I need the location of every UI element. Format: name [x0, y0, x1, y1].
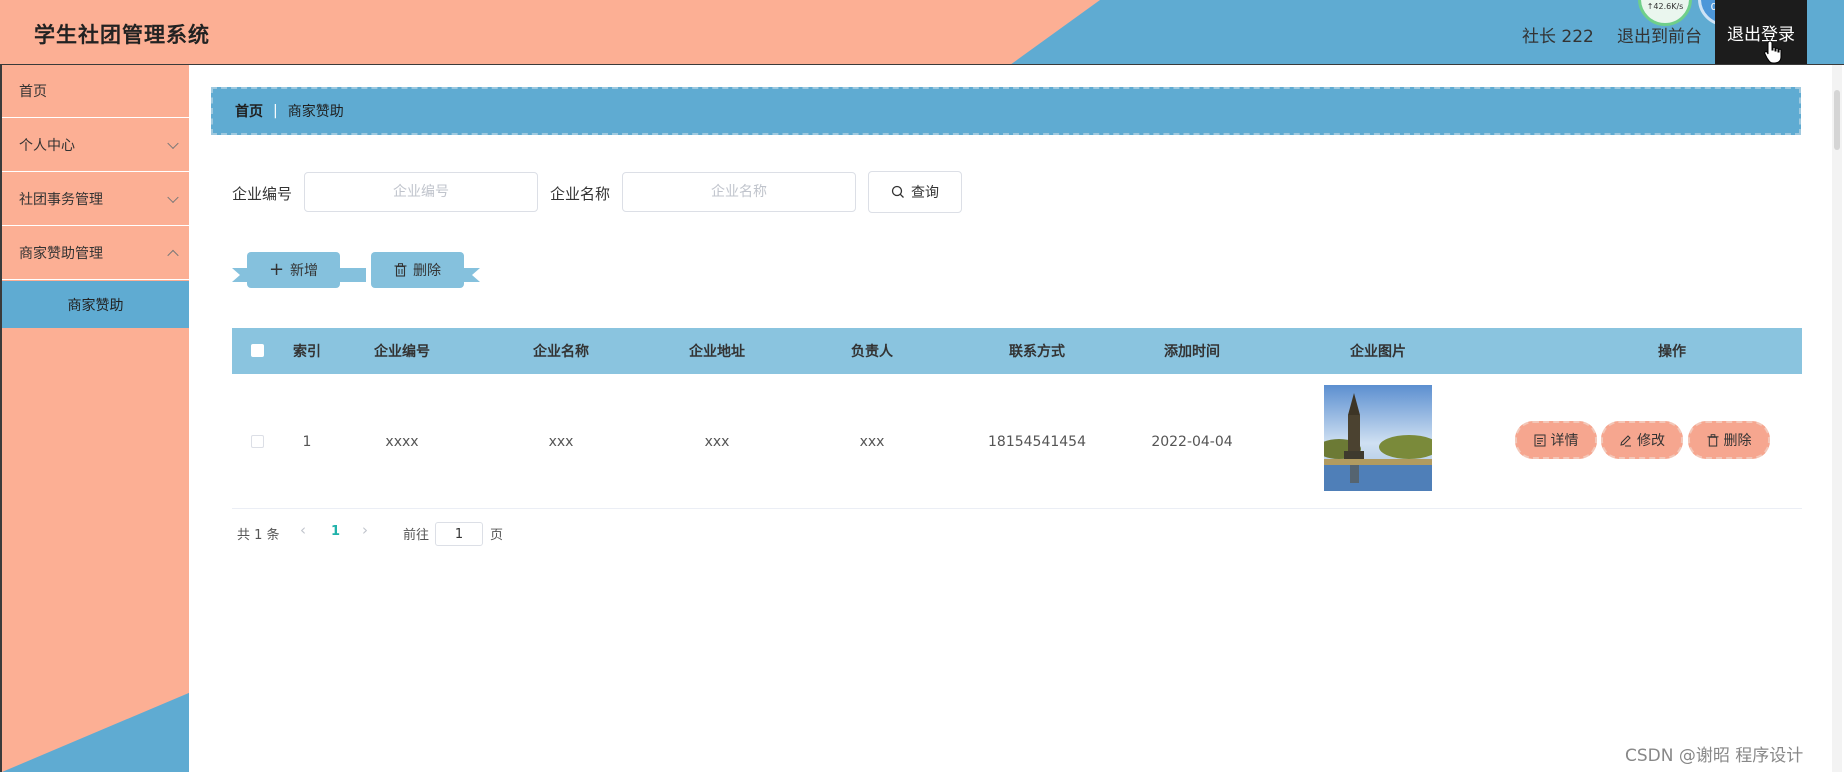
trash-icon [1706, 433, 1719, 447]
name-search-input[interactable] [622, 172, 856, 212]
code-label: 企业编号 [232, 185, 293, 203]
company-image [1324, 385, 1432, 491]
chevron-down-icon [167, 191, 179, 204]
table-header: 索引 企业编号 企业名称 企业地址 负责人 联系方式 添加时间 企业图片 操作 [232, 328, 1802, 374]
sidebar-item-label: 首页 [19, 84, 47, 100]
next-page-icon[interactable]: › [362, 521, 368, 539]
edit-pencil-icon [1620, 434, 1631, 446]
sidebar-item-label: 商家赞助管理 [19, 246, 103, 262]
add-button-label: 新增 [290, 263, 319, 279]
scrollbar-thumb[interactable] [1834, 90, 1840, 150]
page-suffix: 页 [490, 528, 504, 543]
back-to-front-link[interactable]: 退出到前台 [1617, 22, 1702, 47]
sidebar-item-personal-center[interactable]: 个人中心 [2, 119, 189, 172]
row-checkbox[interactable] [251, 435, 264, 448]
app-title: 学生社团管理系统 [34, 23, 210, 47]
row-delete-button-label: 删除 [1723, 433, 1752, 449]
ribbon-decoration [336, 268, 366, 282]
watermark: CSDN @谢昭 程序设计 [1625, 746, 1804, 766]
col-code: 企业编号 [374, 344, 430, 360]
detail-button[interactable]: 详情 [1515, 421, 1597, 459]
table-row: 1 xxxx xxx xxx xxx 18154541454 2022-04-0… [232, 374, 1802, 509]
col-added-time: 添加时间 [1164, 344, 1220, 360]
logout-button[interactable]: 退出登录 [1715, 0, 1807, 64]
breadcrumb-home[interactable]: 首页 [235, 101, 263, 121]
sidebar-item-club-affairs[interactable]: 社团事务管理 [2, 173, 189, 226]
sidebar-item-label: 社团事务管理 [19, 192, 103, 208]
goto-page-input[interactable] [435, 522, 483, 546]
col-image: 企业图片 [1350, 344, 1406, 360]
chevron-down-icon [167, 137, 179, 150]
cell-name: xxx [548, 433, 574, 450]
scrollbar-track[interactable] [1832, 65, 1842, 772]
name-label: 企业名称 [550, 185, 611, 203]
col-name: 企业名称 [533, 344, 589, 360]
delete-button-label: 删除 [413, 263, 441, 279]
select-all-checkbox[interactable] [251, 344, 264, 357]
query-button[interactable]: 查询 [868, 171, 962, 213]
col-address: 企业地址 [689, 344, 745, 360]
breadcrumb-separator: | [273, 103, 278, 119]
sidebar-corner-decoration [2, 692, 189, 772]
top-header: 学生社团管理系统 ↑42.6K/s 02:44 社长 222 退出到前台 退出登… [0, 0, 1844, 65]
breadcrumb: 首页 | 商家赞助 [211, 87, 1801, 135]
edit-button-label: 修改 [1637, 433, 1665, 449]
col-manager: 负责人 [851, 344, 893, 360]
sidebar-item-label: 个人中心 [19, 138, 75, 154]
col-operations: 操作 [1658, 344, 1686, 360]
delete-button[interactable]: 删除 [371, 252, 464, 288]
col-index: 索引 [293, 344, 321, 360]
cell-code: xxxx [385, 433, 419, 450]
code-search-input[interactable] [304, 172, 538, 212]
sidebar-item-home[interactable]: 首页 [2, 65, 189, 118]
page-number-current[interactable]: 1 [331, 524, 340, 539]
breadcrumb-current: 商家赞助 [287, 104, 344, 120]
plus-icon: + [268, 259, 285, 280]
cell-address: xxx [704, 433, 730, 450]
row-delete-button[interactable]: 删除 [1688, 421, 1770, 459]
current-user: 社长 222 [1522, 27, 1594, 47]
detail-button-label: 详情 [1550, 433, 1579, 449]
cell-manager: xxx [859, 433, 885, 450]
add-button[interactable]: + 新增 [247, 252, 340, 288]
cell-phone: 18154541454 [988, 433, 1086, 450]
chevron-up-icon [167, 249, 179, 262]
goto-label: 前往 [403, 528, 430, 543]
sidebar-subitem-sponsor[interactable]: 商家赞助 [2, 281, 189, 328]
sidebar: 首页 个人中心 社团事务管理 商家赞助管理 商家赞助 [0, 65, 189, 772]
search-icon [891, 185, 904, 198]
edit-button[interactable]: 修改 [1601, 421, 1683, 459]
prev-page-icon[interactable]: ‹ [300, 521, 306, 539]
document-icon [1534, 434, 1545, 446]
trash-icon [394, 263, 407, 277]
hand-cursor-icon [1764, 40, 1782, 64]
col-phone: 联系方式 [1009, 344, 1065, 360]
logout-label: 退出登录 [1727, 25, 1795, 45]
sidebar-item-sponsor-management[interactable]: 商家赞助管理 [2, 227, 189, 280]
query-button-label: 查询 [911, 185, 939, 201]
cell-index: 1 [302, 433, 312, 450]
cell-added-time: 2022-04-04 [1151, 433, 1233, 450]
pagination-total: 共 1 条 [237, 528, 280, 543]
sidebar-subitem-label: 商家赞助 [67, 297, 124, 314]
